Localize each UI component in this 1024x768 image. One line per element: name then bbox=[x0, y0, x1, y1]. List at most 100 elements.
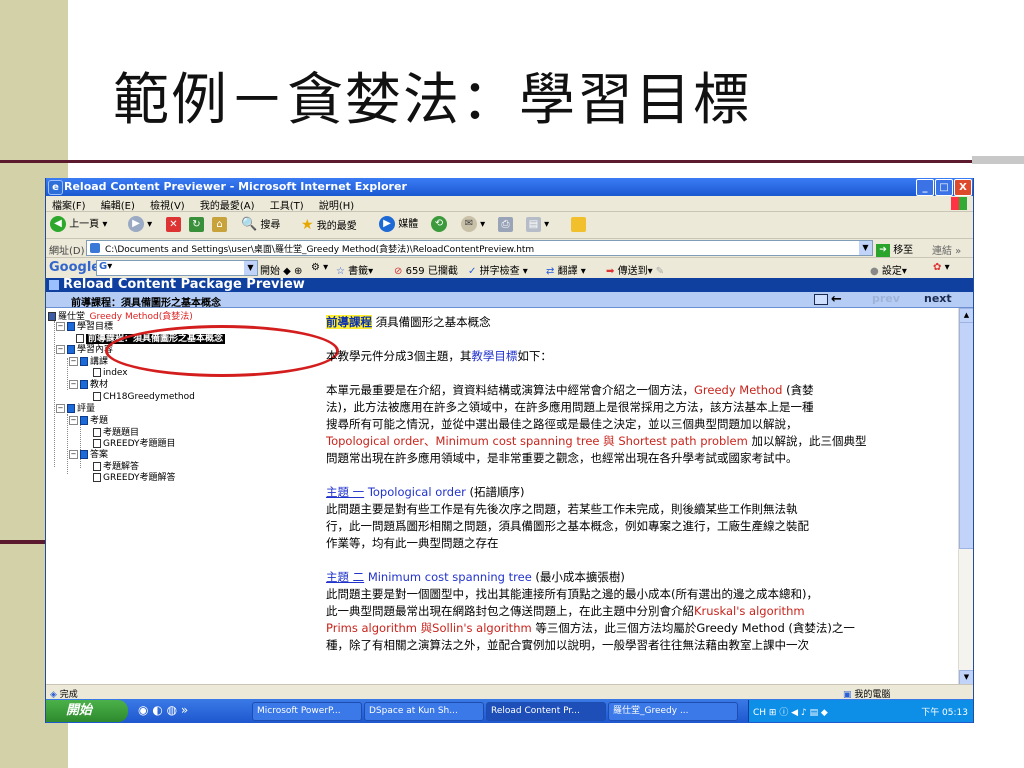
scroll-down-icon[interactable]: ▼ bbox=[959, 670, 973, 685]
tree-root-suffix: Greedy Method(貪婪法) bbox=[89, 312, 193, 322]
google-open-button[interactable]: 開始 ◆ ⊕ bbox=[260, 262, 302, 277]
send-to-label: 傳送到 bbox=[617, 266, 648, 277]
task-reload[interactable]: Reload Content Pr... bbox=[486, 702, 606, 721]
page-node-icon bbox=[76, 334, 84, 343]
google-search-input[interactable]: G▾ ▼ bbox=[96, 260, 258, 276]
links-button[interactable]: 連結 » bbox=[932, 242, 961, 257]
maximize-button[interactable]: □ bbox=[935, 179, 953, 196]
print-button[interactable]: ⎙ bbox=[498, 216, 513, 234]
go-button[interactable]: ➔ 移至 bbox=[876, 241, 913, 257]
intro-line: 本教學元件分成3個主題，其教學目標如下： bbox=[326, 348, 552, 365]
slide-divider bbox=[0, 160, 972, 163]
edit-button[interactable]: ▤ ▾ bbox=[526, 216, 549, 234]
menu-favorites[interactable]: 我的最愛(A) bbox=[194, 196, 261, 212]
search-button[interactable]: 🔍 搜尋 bbox=[241, 216, 280, 234]
collapse-icon[interactable]: − bbox=[69, 357, 78, 366]
google-settings-menu-button[interactable]: ⚙ ▾ bbox=[311, 262, 328, 273]
tree-item-greedy-answers[interactable]: GREEDY考題解答 bbox=[93, 473, 176, 483]
google-extra-button[interactable]: ✿ ▾ bbox=[933, 262, 950, 273]
popup-blocker-button[interactable]: ⊘ 659 已攔截 bbox=[394, 262, 458, 277]
scroll-thumb[interactable] bbox=[959, 322, 973, 549]
media-button[interactable]: ▶ 媒體 bbox=[379, 216, 418, 234]
google-search-dropdown-icon[interactable]: ▼ bbox=[244, 261, 257, 275]
tree-item-learning-goals[interactable]: − 學習目標 bbox=[56, 322, 113, 332]
media-quicklaunch-icon[interactable]: ◍ bbox=[167, 703, 177, 717]
collapse-icon[interactable]: − bbox=[69, 450, 78, 459]
task-dspace[interactable]: DSpace at Kun Sh... bbox=[364, 702, 484, 721]
tree-item-exam-answers[interactable]: 考題解答 bbox=[93, 462, 139, 472]
prev-button[interactable]: prev bbox=[872, 293, 900, 305]
language-indicator[interactable]: CH ⊞ ⓘ ◀ ♪ ▤ ◆ bbox=[753, 705, 828, 718]
tree-item-label: 考題 bbox=[90, 416, 109, 426]
intro-link[interactable]: 教學目標 bbox=[471, 349, 517, 363]
folder-node-icon bbox=[80, 450, 88, 459]
collapse-icon[interactable]: − bbox=[69, 416, 78, 425]
task-folder[interactable]: 羅仕堂_Greedy ... bbox=[608, 702, 738, 721]
menu-edit[interactable]: 編輯(E) bbox=[95, 196, 141, 212]
tree-item-materials[interactable]: − 教材 bbox=[69, 380, 108, 390]
home-button[interactable]: ⌂ bbox=[212, 216, 227, 234]
desktop-quicklaunch-icon[interactable]: ◐ bbox=[152, 703, 162, 717]
next-button[interactable]: next bbox=[924, 293, 952, 305]
menu-file[interactable]: 檔案(F) bbox=[46, 196, 92, 212]
tree-item-exam[interactable]: − 考題 bbox=[69, 416, 108, 426]
forward-button[interactable]: ▶ ▾ bbox=[128, 216, 152, 234]
topic2-title: Minimum cost spanning tree bbox=[367, 570, 532, 584]
spellcheck-button[interactable]: ✓ 拼字檢查 ▾ bbox=[468, 262, 528, 277]
tree-item-exam-questions[interactable]: 考題題目 bbox=[93, 428, 139, 438]
scroll-up-icon[interactable]: ▲ bbox=[959, 308, 973, 323]
mail-button[interactable]: ✉ ▾ bbox=[461, 216, 485, 234]
menu-help[interactable]: 說明(H) bbox=[313, 196, 360, 212]
refresh-icon: ↻ bbox=[189, 216, 204, 232]
toggle-tree-icon[interactable] bbox=[814, 294, 828, 305]
ie-icon: e bbox=[48, 180, 63, 195]
collapse-arrow-icon[interactable]: ← bbox=[831, 292, 842, 307]
collapse-icon[interactable]: − bbox=[56, 345, 65, 354]
windows-logo-icon bbox=[951, 197, 967, 210]
para-text: 此一典型問題最常出現在網路封包之傳送問題上，在此主題中分別會介紹 bbox=[326, 604, 694, 618]
minimize-button[interactable]: _ bbox=[916, 179, 934, 196]
task-label: Reload Content Pr... bbox=[491, 706, 580, 716]
collapse-icon[interactable]: − bbox=[56, 322, 65, 331]
start-label: 開始 bbox=[66, 703, 93, 718]
translate-button[interactable]: ⇄ 翻譯 ▾ bbox=[546, 262, 586, 277]
collapse-icon[interactable]: − bbox=[69, 380, 78, 389]
content-scrollbar[interactable]: ▲ ▼ bbox=[958, 308, 973, 685]
topic1-label[interactable]: 主題 一 bbox=[326, 485, 364, 499]
refresh-button[interactable]: ↻ bbox=[189, 216, 204, 234]
back-button[interactable]: ◀ 上一頁 ▾ bbox=[50, 216, 107, 234]
menu-tools[interactable]: 工具(T) bbox=[264, 196, 310, 212]
tree-item-index[interactable]: index bbox=[93, 368, 128, 378]
start-button[interactable]: 開始 bbox=[46, 700, 128, 722]
address-input[interactable]: C:\Documents and Settings\user\桌面\羅仕堂_Gr… bbox=[86, 240, 873, 256]
tree-item-ch18[interactable]: CH18Greedymethod bbox=[93, 392, 195, 402]
tree-item-answers[interactable]: − 答案 bbox=[69, 450, 108, 460]
page-node-icon bbox=[93, 392, 101, 401]
tree-item-label: GREEDY考題解答 bbox=[103, 473, 176, 483]
menu-view[interactable]: 檢視(V) bbox=[144, 196, 191, 212]
folder-button[interactable] bbox=[571, 216, 586, 234]
favorites-button[interactable]: ★ 我的最愛 bbox=[301, 216, 357, 234]
google-settings-button[interactable]: ● 設定▾ bbox=[870, 262, 907, 277]
task-powerpoint[interactable]: Microsoft PowerP... bbox=[252, 702, 362, 721]
tree-item-greedy-questions[interactable]: GREEDY考題題目 bbox=[93, 439, 176, 449]
close-button[interactable]: X bbox=[954, 179, 972, 196]
topic2-label[interactable]: 主題 二 bbox=[326, 570, 364, 584]
page-node-icon bbox=[93, 368, 101, 377]
ie-quicklaunch-icon[interactable]: ◉ bbox=[138, 703, 148, 717]
collapse-icon[interactable]: − bbox=[56, 404, 65, 413]
reload-app-icon bbox=[49, 279, 59, 290]
history-button[interactable]: ⟲ bbox=[431, 216, 447, 234]
tree-item-assessment[interactable]: − 評量 bbox=[56, 404, 95, 414]
bookmarks-button[interactable]: ☆ 書籤▾ bbox=[336, 262, 373, 277]
content-heading: 前導課程 須具備圖形之基本概念 bbox=[326, 314, 491, 331]
window-titlebar[interactable]: e Reload Content Previewer - Microsoft I… bbox=[46, 178, 973, 196]
clock: 下午 05:13 bbox=[921, 708, 968, 718]
tree-root[interactable]: 羅仕堂_Greedy Method(貪婪法) bbox=[48, 312, 193, 322]
send-to-button[interactable]: ➡ 傳送到▾ ✎ bbox=[606, 262, 664, 277]
address-dropdown-icon[interactable]: ▼ bbox=[859, 241, 872, 255]
greedy-term: Greedy Method bbox=[694, 383, 783, 397]
stop-button[interactable]: ✕ bbox=[166, 216, 181, 234]
tree-item-lecture[interactable]: − 講課 bbox=[69, 357, 108, 367]
folder-icon bbox=[571, 216, 586, 232]
